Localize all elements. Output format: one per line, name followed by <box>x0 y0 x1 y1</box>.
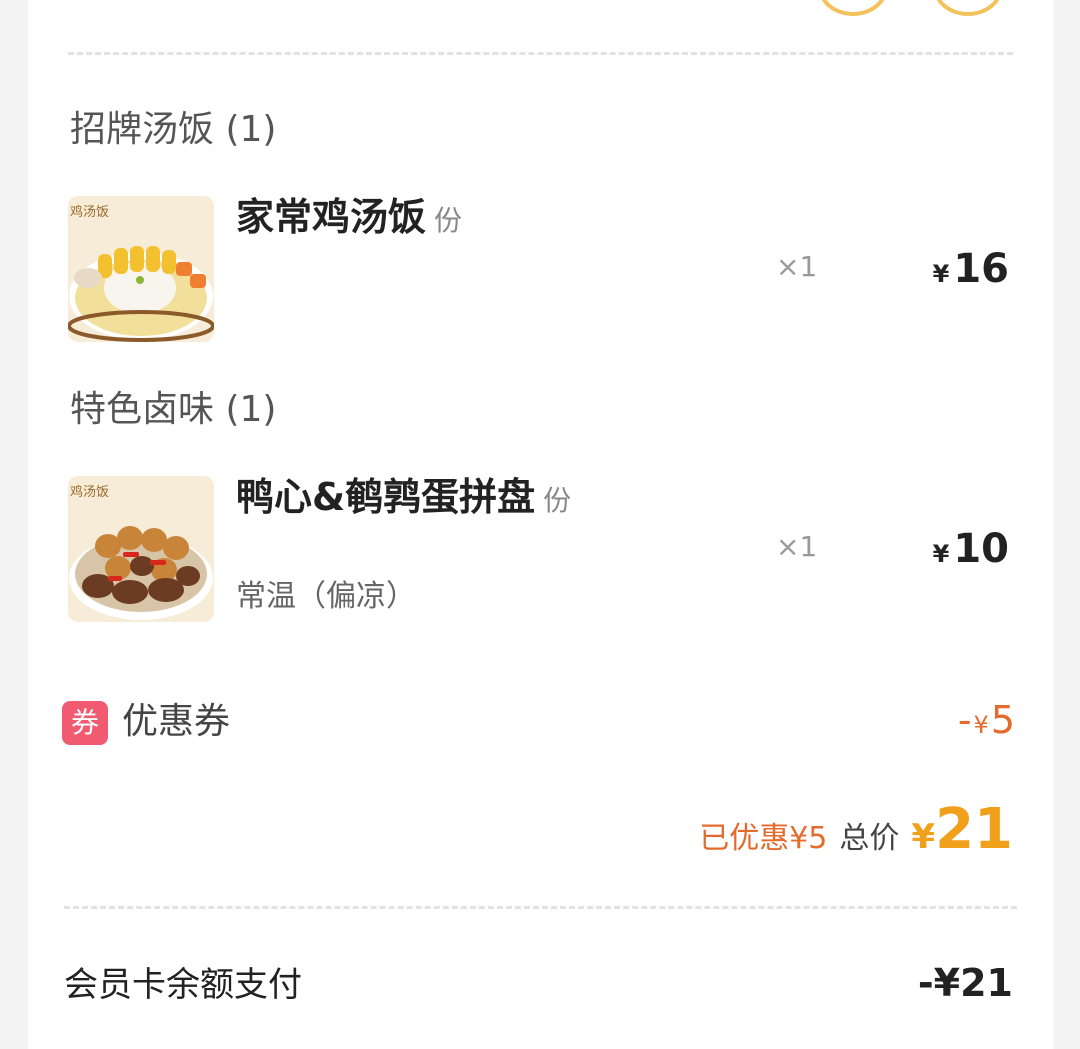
price-value: 10 <box>953 526 1009 572</box>
item-name-chicken-soup-rice: 家常鸡汤饭份 <box>236 194 462 244</box>
svg-text:鸡汤饭: 鸡汤饭 <box>70 484 109 500</box>
item-price: ¥10 <box>933 526 1009 577</box>
order-summary: 已优惠¥5 总价 ¥21 <box>699 800 1013 873</box>
item-unit: 份 <box>434 204 463 237</box>
coupon-discount-value[interactable]: -¥5 <box>958 697 1015 748</box>
item-name-text: 鸭心&鹌鹑蛋拼盘 <box>236 475 536 519</box>
total-value: 21 <box>935 797 1013 862</box>
payment-amount: -¥21 <box>917 961 1013 1005</box>
total-currency: ¥ <box>911 817 936 857</box>
item-name-text: 家常鸡汤饭 <box>236 195 427 239</box>
price-value: 16 <box>953 246 1009 292</box>
coupon-amount: 5 <box>990 698 1015 742</box>
item-price: ¥16 <box>933 246 1009 297</box>
payment-method-label: 会员卡余额支付 <box>64 965 302 1005</box>
top-option-circle-1[interactable] <box>818 0 888 16</box>
top-option-circle-2[interactable] <box>933 0 1003 16</box>
item-quantity: ×1 <box>776 250 818 283</box>
divider-bottom <box>64 906 1017 909</box>
item-unit: 份 <box>543 484 572 517</box>
category-title-signature-soup-rice: 招牌汤饭 (1) <box>70 109 277 150</box>
order-card: 招牌汤饭 (1) 鸡汤饭 家常鸡汤饭份 ×1 ¥16 特色卤味 (1) 鸡汤饭 … <box>28 0 1053 1049</box>
coupon-label[interactable]: 优惠券 <box>122 699 230 745</box>
category-title-special-braised: 特色卤味 (1) <box>70 389 277 430</box>
coupon-icon: 券 <box>62 701 108 745</box>
item-name-duck-heart-quail-egg: 鸭心&鹌鹑蛋拼盘份 <box>236 474 571 524</box>
saved-amount: 已优惠¥5 <box>699 821 828 856</box>
duck-heart-quail-egg-image: 鸡汤饭 <box>68 476 214 622</box>
total-label: 总价 <box>839 821 900 856</box>
coupon-currency: ¥ <box>973 711 989 739</box>
price-currency: ¥ <box>932 260 950 288</box>
price-currency: ¥ <box>932 540 950 568</box>
item-quantity: ×1 <box>776 530 818 563</box>
item-spec: 常温（偏凉） <box>236 579 416 614</box>
chicken-soup-rice-image: 鸡汤饭 <box>68 196 214 342</box>
coupon-minus: - <box>957 698 972 742</box>
svg-text:鸡汤饭: 鸡汤饭 <box>70 204 109 220</box>
divider-top <box>68 52 1013 55</box>
